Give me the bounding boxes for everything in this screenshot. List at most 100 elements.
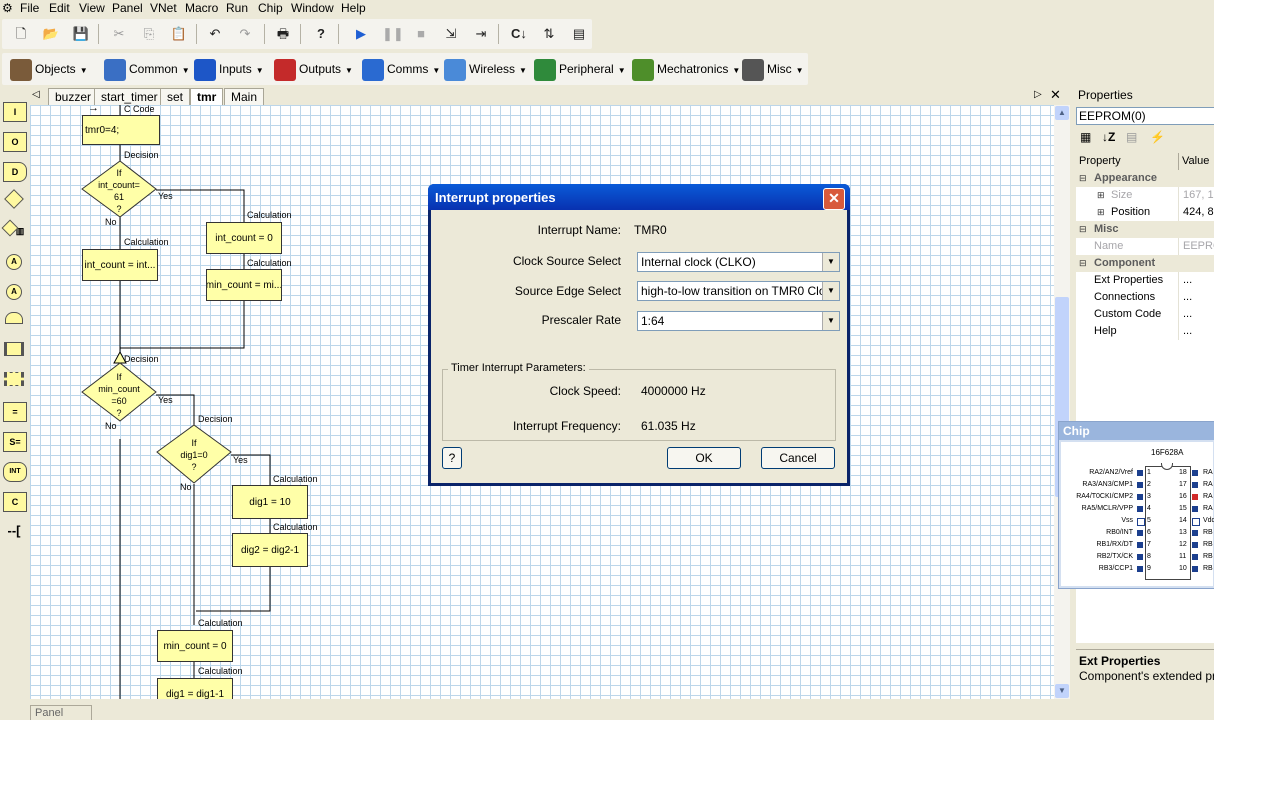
property-value[interactable]: 167, 16 xyxy=(1178,187,1214,204)
tab-start-timer[interactable]: start_timer xyxy=(94,88,165,105)
c-code-icon[interactable]: C xyxy=(3,492,27,512)
expand-icon[interactable]: ⊞ xyxy=(1097,204,1105,221)
redo-icon[interactable]: ↷ xyxy=(236,25,254,43)
ok-button[interactable]: OK xyxy=(667,447,741,469)
menu-view[interactable]: View xyxy=(79,1,105,15)
chevron-down-icon[interactable]: ▼ xyxy=(822,282,839,300)
calc3-block[interactable]: min_count = mi... xyxy=(206,269,282,301)
input-icon[interactable]: I xyxy=(3,102,27,122)
comment-icon[interactable]: --[ xyxy=(3,522,25,540)
run-icon[interactable]: ▶ xyxy=(352,25,370,43)
menu-macro[interactable]: Macro xyxy=(185,1,218,15)
interrupt-icon[interactable]: INT xyxy=(3,462,27,482)
calculation-icon[interactable]: = xyxy=(3,402,27,422)
property-row[interactable]: Custom Code... xyxy=(1076,306,1214,323)
component-macro-icon[interactable] xyxy=(3,372,25,390)
menu-run[interactable]: Run xyxy=(226,1,248,15)
category-misc[interactable]: Misc ▼ xyxy=(742,57,804,81)
pause-icon[interactable]: ❚❚ xyxy=(382,25,404,43)
menu-chip[interactable]: Chip xyxy=(258,1,283,15)
chip-pin[interactable] xyxy=(1192,494,1198,500)
calc7-block[interactable]: dig1 = dig1-1 xyxy=(157,678,233,699)
expand-icon[interactable]: ⊟ xyxy=(1079,255,1087,272)
stop-icon[interactable]: ■ xyxy=(412,25,430,43)
chip-pin[interactable] xyxy=(1137,530,1143,536)
cancel-button[interactable]: Cancel xyxy=(761,447,835,469)
property-row[interactable]: Ext Properties... xyxy=(1076,272,1214,289)
property-row[interactable]: Connections... xyxy=(1076,289,1214,306)
property-category[interactable]: ⊟ Misc xyxy=(1076,221,1214,238)
menu-panel[interactable]: Panel xyxy=(112,1,143,15)
category-outputs[interactable]: Outputs ▼ xyxy=(274,57,353,81)
chip-pin[interactable] xyxy=(1192,566,1198,572)
chip-pin[interactable] xyxy=(1137,494,1143,500)
output-icon[interactable]: O xyxy=(3,132,27,152)
help-button[interactable]: ? xyxy=(442,447,462,469)
undo-icon[interactable]: ↶ xyxy=(206,25,224,43)
menu-vnet[interactable]: VNet xyxy=(150,1,177,15)
tab-main[interactable]: Main xyxy=(224,88,265,105)
chip-pin[interactable] xyxy=(1137,470,1143,476)
chevron-down-icon[interactable]: ▼ xyxy=(822,253,839,271)
calc2-block[interactable]: int_count = int... xyxy=(82,249,158,281)
expand-icon[interactable]: ⊞ xyxy=(1097,187,1105,204)
property-pages-icon[interactable]: ▤ xyxy=(1126,130,1137,144)
property-value[interactable]: EEPROI xyxy=(1178,238,1214,255)
calc5-block[interactable]: dig2 = dig2-1 xyxy=(232,533,308,567)
alphabetical-icon[interactable]: ↓Z xyxy=(1102,130,1115,144)
property-row[interactable]: ⊞ Position 424, 8 xyxy=(1076,204,1214,221)
property-category[interactable]: ⊟ Appearance xyxy=(1076,170,1214,187)
property-row[interactable]: ⊞ Size 167, 16 xyxy=(1076,187,1214,204)
step-over-icon[interactable]: ⇥ xyxy=(472,25,490,43)
chip-pin[interactable] xyxy=(1192,518,1200,526)
paste-icon[interactable]: 📋 xyxy=(170,25,188,43)
chip-program-icon[interactable]: ▤ xyxy=(570,25,588,43)
tab-scroll-left-icon[interactable]: ◁ xyxy=(32,89,40,100)
source-edge-select[interactable]: high-to-low transition on TMR0 Clock ▼ xyxy=(637,281,840,301)
property-value[interactable]: 424, 8 xyxy=(1178,204,1214,221)
category-objects[interactable]: Objects ▼ xyxy=(10,57,88,81)
chip-pin[interactable] xyxy=(1192,506,1198,512)
expand-icon[interactable]: ⊟ xyxy=(1079,170,1087,187)
chevron-down-icon[interactable]: ▼ xyxy=(822,312,839,330)
events-icon[interactable]: ⚡ xyxy=(1150,130,1165,144)
close-tab-icon[interactable]: ✕ xyxy=(1050,87,1061,103)
save-icon[interactable]: 💾 xyxy=(72,25,90,43)
close-icon[interactable]: ✕ xyxy=(823,188,845,210)
chip-pin[interactable] xyxy=(1137,518,1145,526)
property-value[interactable]: ... xyxy=(1178,289,1214,306)
loop-icon[interactable] xyxy=(3,312,25,330)
clock-source-select[interactable]: Internal clock (CLKO) ▼ xyxy=(637,252,840,272)
compile-hex-icon[interactable]: ⇅ xyxy=(540,25,558,43)
delay-icon[interactable]: D xyxy=(3,162,27,182)
open-folder-icon[interactable]: 📂 xyxy=(42,25,60,43)
property-value[interactable]: ... xyxy=(1178,272,1214,289)
menu-edit[interactable]: Edit xyxy=(49,1,70,15)
goto-icon[interactable]: A xyxy=(3,282,25,300)
category-peripheral[interactable]: Peripheral ▼ xyxy=(534,57,626,81)
cut-icon[interactable]: ✂ xyxy=(110,25,128,43)
chip-pin[interactable] xyxy=(1192,482,1198,488)
tab-scroll-right-icon[interactable]: ▷ xyxy=(1034,89,1042,100)
chip-pin[interactable] xyxy=(1192,530,1198,536)
macro-icon[interactable] xyxy=(3,342,25,360)
property-row[interactable]: Name EEPROI xyxy=(1076,238,1214,255)
chip-pin[interactable] xyxy=(1137,542,1143,548)
property-value[interactable]: ... xyxy=(1178,306,1214,323)
chip-pin[interactable] xyxy=(1137,506,1143,512)
chip-pin[interactable] xyxy=(1192,542,1198,548)
category-comms[interactable]: Comms ▼ xyxy=(362,57,440,81)
category-wireless[interactable]: Wireless ▼ xyxy=(444,57,527,81)
decision-icon[interactable] xyxy=(3,189,25,210)
chip-pin[interactable] xyxy=(1192,470,1198,476)
copy-icon[interactable]: ⎘ xyxy=(140,25,158,43)
connection-point-icon[interactable]: A xyxy=(3,252,25,270)
compile-c-icon[interactable]: C↓ xyxy=(510,25,528,43)
chip-pin[interactable] xyxy=(1137,566,1143,572)
scroll-down-icon[interactable]: ▼ xyxy=(1055,684,1069,698)
component-selector[interactable]: EEPROM(0) xyxy=(1076,107,1214,125)
tab-tmr[interactable]: tmr xyxy=(190,88,224,105)
string-manipulation-icon[interactable]: S= xyxy=(3,432,27,452)
chip-pin[interactable] xyxy=(1137,482,1143,488)
calc1-block[interactable]: int_count = 0 xyxy=(206,222,282,254)
